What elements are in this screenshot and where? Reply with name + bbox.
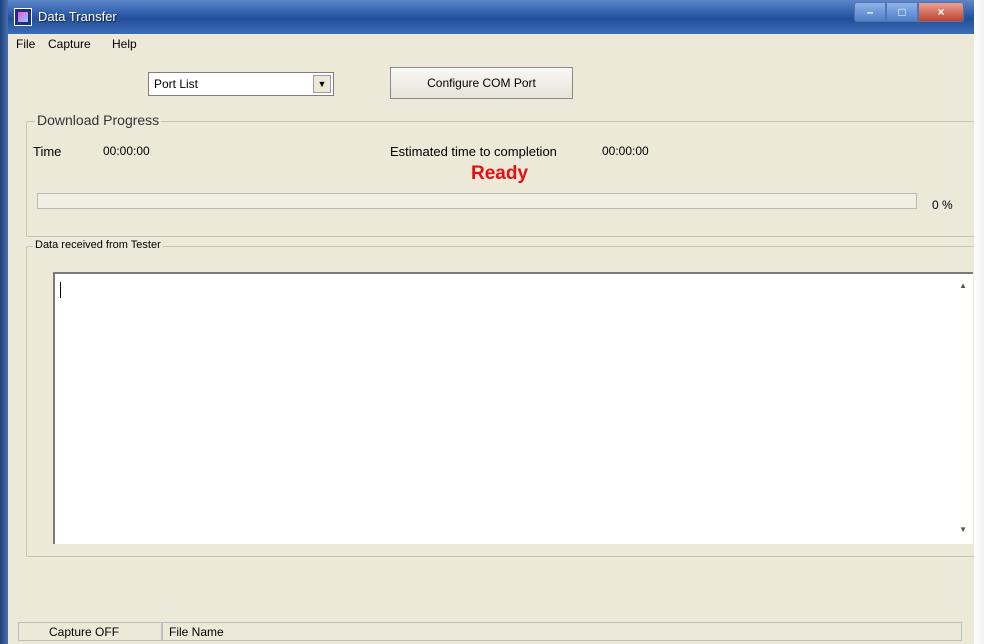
menu-capture[interactable]: Capture: [48, 37, 91, 51]
window-frame-right: [974, 0, 984, 644]
menu-file[interactable]: File: [16, 37, 35, 51]
status-text: Ready: [471, 163, 529, 184]
close-icon[interactable]: ×: [918, 2, 964, 22]
data-transfer-window: Data Transfer – □ × File Capture Help Po…: [8, 0, 979, 644]
download-progress-group: Download Progress Time 00:00:00 Estimate…: [26, 112, 979, 237]
configure-com-port-button[interactable]: Configure COM Port: [390, 67, 573, 99]
eta-value: 00:00:00: [602, 144, 649, 158]
window-title: Data Transfer: [38, 9, 117, 24]
port-list-dropdown[interactable]: Port List ▼: [148, 72, 334, 96]
capture-status: Capture OFF: [18, 622, 162, 641]
time-value: 00:00:00: [103, 144, 150, 158]
port-list-value: Port List: [154, 77, 199, 91]
window-controls: – □ ×: [854, 2, 964, 22]
title-bar[interactable]: Data Transfer – □ ×: [8, 0, 974, 34]
scroll-up-icon[interactable]: ▲: [959, 281, 967, 290]
window-frame-left: [0, 0, 8, 644]
menu-bar: File Capture Help: [8, 34, 974, 54]
dropdown-arrow-icon[interactable]: ▼: [313, 75, 331, 93]
minimize-icon[interactable]: –: [854, 2, 886, 22]
menu-help[interactable]: Help: [112, 37, 137, 51]
app-icon[interactable]: [14, 8, 32, 26]
received-data-textarea[interactable]: ▲ ▼: [53, 272, 973, 544]
eta-label: Estimated time to completion: [390, 144, 557, 159]
status-bar: Capture OFF File Name: [8, 619, 974, 644]
progress-bar: [37, 193, 917, 209]
file-name-status: File Name: [162, 622, 962, 641]
scroll-down-icon[interactable]: ▼: [959, 525, 967, 534]
progress-percent: 0 %: [932, 198, 953, 212]
data-received-label: Data received from Tester: [33, 239, 163, 251]
download-progress-label: Download Progress: [35, 112, 162, 128]
time-label: Time: [33, 144, 62, 159]
maximize-icon[interactable]: □: [886, 2, 918, 22]
data-received-group: Data received from Tester ▲ ▼: [26, 239, 979, 557]
text-caret: [60, 282, 61, 298]
